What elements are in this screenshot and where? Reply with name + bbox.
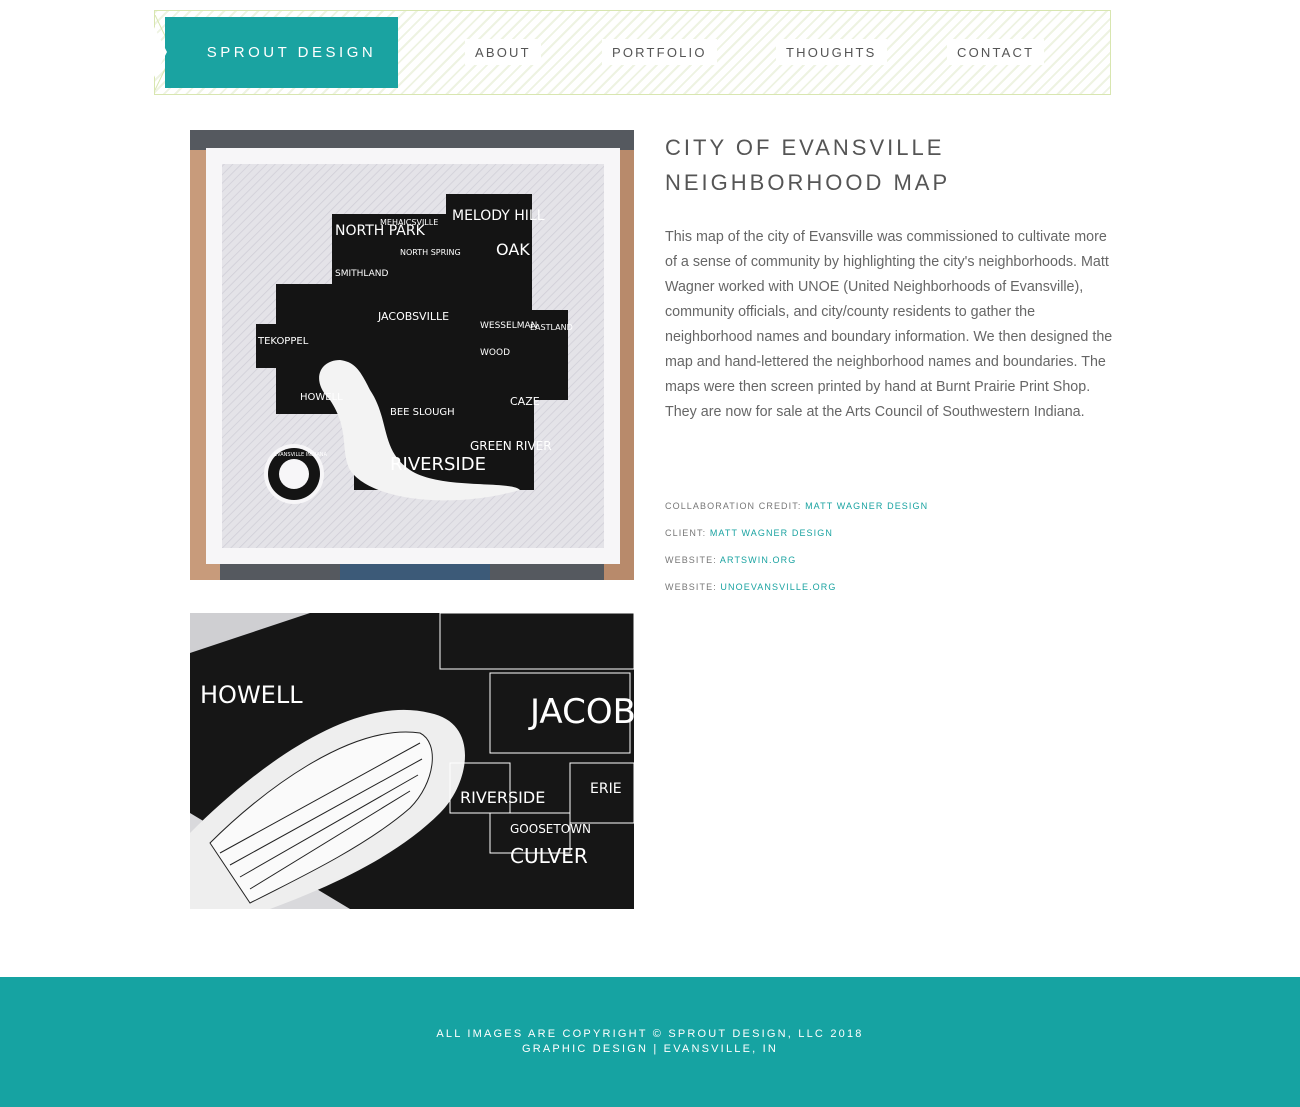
detail-label-riverside: RIVERSIDE [460,788,545,807]
credit-label: CLIENT: [665,528,707,538]
seal-text: EVANSVILLE INDIANA [274,452,328,458]
map-label-bee-slough: BEE SLOUGH [390,407,455,418]
detail-label-erie: ERIE [590,781,622,797]
credit-client-link[interactable]: MATT WAGNER DESIGN [710,528,833,538]
map-label-green-river: GREEN RIVER [470,439,552,453]
footer-tagline: GRAPHIC DESIGN | EVANSVILLE, IN [521,1043,779,1055]
credit-website-unoe: WEBSITE: UNOEVANSVILLE.ORG [665,582,836,592]
logo-link[interactable]: SPROUT DESIGN [165,17,398,88]
logo-notch [149,17,167,87]
site-footer: ALL IMAGES ARE COPYRIGHT © SPROUT DESIGN… [0,977,1300,1107]
map-label-oak: OAK [496,240,530,259]
map-label-wesselman: WESSELMAN [480,321,537,331]
credit-client: CLIENT: MATT WAGNER DESIGN [665,528,833,538]
detail-label-howell: HOWELL [200,681,303,709]
detail-label-culver: CULVER [510,844,588,868]
credit-label: COLLABORATION CREDIT: [665,501,802,511]
credit-label: WEBSITE: [665,555,717,565]
map-label-wood: WOOD [480,348,510,358]
map-label-eastland: EASTLAND [530,323,573,332]
site-header: SPROUT DESIGN ABOUT PORTFOLIO THOUGHTS C… [149,10,1111,95]
website-unoe-link[interactable]: UNOEVANSVILLE.ORG [720,582,836,592]
nav-contact[interactable]: CONTACT [947,39,1045,65]
nav-portfolio[interactable]: PORTFOLIO [602,39,717,65]
project-title: CITY OF EVANSVILLE NEIGHBORHOOD MAP [665,130,1125,200]
map-label-melody: MELODY HILL [452,208,545,224]
map-label-tekoppel: TEKOPPEL [257,336,309,347]
map-label-riverside: RIVERSIDE [390,454,486,475]
credit-label: WEBSITE: [665,582,717,592]
project-description: This map of the city of Evansville was c… [665,229,1113,420]
map-poster-illustration: NORTH PARK SMITHLAND MEHAICSVILLE NORTH … [190,130,634,580]
map-detail-illustration: JACOBSVILLE RIVERSIDE CULVER ERIE GOOSET… [190,613,634,909]
map-label-smithland: SMITHLAND [335,269,389,279]
website-artswin-link[interactable]: ARTSWIN.ORG [720,555,796,565]
detail-label-jacobsville: JACOBSVILLE [528,692,634,732]
map-label-jacobsville: JACOBSVILLE [377,310,449,323]
credit-website-artswin: WEBSITE: ARTSWIN.ORG [665,555,796,565]
credit-collaboration-link[interactable]: MATT WAGNER DESIGN [805,501,928,511]
nav-about[interactable]: ABOUT [465,39,541,65]
detail-label-goosetown: GOOSETOWN [510,822,591,836]
map-poster-photo: NORTH PARK SMITHLAND MEHAICSVILLE NORTH … [190,130,634,580]
credit-collaboration: COLLABORATION CREDIT: MATT WAGNER DESIGN [665,501,928,511]
map-label-howell: HOWELL [300,392,343,403]
project-title-line2: NEIGHBORHOOD MAP [665,170,951,195]
map-detail-photo: JACOBSVILLE RIVERSIDE CULVER ERIE GOOSET… [190,613,634,909]
nav-thoughts[interactable]: THOUGHTS [776,39,887,65]
map-label-mehaicsville: MEHAICSVILLE [380,218,438,227]
footer-copyright: ALL IMAGES ARE COPYRIGHT © SPROUT DESIGN… [436,1028,864,1040]
map-label-caze: CAZE [510,395,540,408]
map-label-north-spring: NORTH SPRING [400,248,461,257]
project-title-line1: CITY OF EVANSVILLE [665,135,945,160]
